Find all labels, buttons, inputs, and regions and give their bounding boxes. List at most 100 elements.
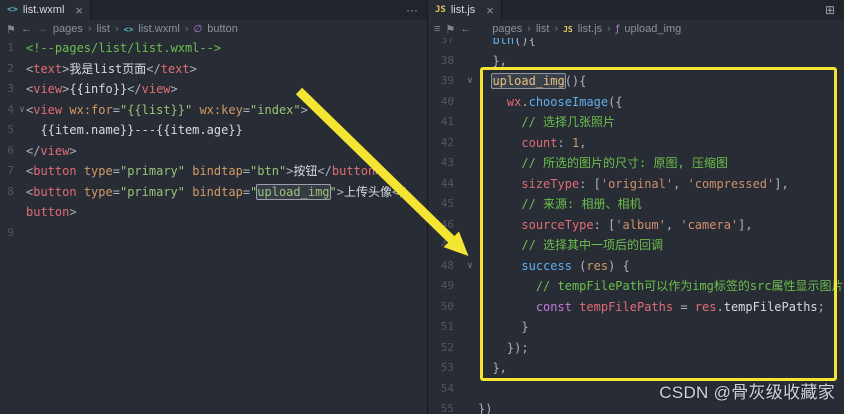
- code-line[interactable]: 50 const tempFilePaths = res.tempFilePath…: [428, 297, 844, 318]
- code-text: count: 1,: [521, 135, 587, 150]
- tab-label: list.wxml: [22, 4, 65, 16]
- fold-chevron-icon[interactable]: ∨: [462, 256, 478, 277]
- code-line[interactable]: 52});: [428, 338, 844, 359]
- back-arrow-icon[interactable]: ←: [21, 23, 32, 35]
- code-text: {{item.name}}---{{item.age}}: [40, 123, 243, 137]
- code-line[interactable]: 6 </view>: [0, 141, 427, 162]
- tab-list-js[interactable]: JS list.js ×: [428, 0, 502, 20]
- code-line[interactable]: 48 ∨ success (res) {: [428, 256, 844, 277]
- tab-list-wxml[interactable]: <> list.wxml ×: [0, 0, 91, 20]
- wxml-file-icon: <>: [123, 24, 134, 34]
- code-line[interactable]: 4 ∨ <view wx:for="{{list}}" wx:key="index"…: [0, 100, 427, 121]
- more-actions-icon[interactable]: ···: [406, 4, 418, 16]
- breadcrumb-item-pages[interactable]: pages: [53, 23, 83, 35]
- code-line[interactable]: 42 count: 1,: [428, 133, 844, 154]
- left-tab-bar: <> list.wxml × ···: [0, 0, 427, 20]
- breadcrumb-item-list[interactable]: list: [536, 23, 549, 35]
- forward-arrow-icon[interactable]: →: [37, 23, 48, 35]
- code-text: sizeType: ['original', 'compressed'],: [521, 176, 789, 191]
- code-text: upload_img(){: [491, 73, 587, 89]
- fold-chevron-icon[interactable]: ∨: [462, 71, 478, 92]
- fold-chevron-icon[interactable]: ∨: [18, 100, 26, 121]
- breadcrumb-item-list[interactable]: list: [97, 23, 110, 35]
- code-text: sourceType: ['album', 'camera'],: [521, 217, 753, 232]
- code-text: <view wx:for="{{list}}" wx:key="index">: [26, 102, 308, 117]
- code-line[interactable]: 53},: [428, 358, 844, 379]
- breadcrumb-item-symbol[interactable]: upload_img: [624, 23, 681, 35]
- tab-label: list.js: [450, 4, 476, 16]
- line-number: 8: [7, 184, 14, 198]
- code-line[interactable]: 8 <button type="primary" bindtap="upload_…: [0, 182, 427, 203]
- back-arrow-icon[interactable]: ←: [460, 23, 471, 35]
- code-text: },: [492, 361, 507, 375]
- right-code-editor[interactable]: 37 btn(){38}, 39 ∨ upload_img(){40 wx.chooseI…: [428, 30, 844, 414]
- code-line[interactable]: 3 <view>{{info}}</view>: [0, 79, 427, 100]
- code-line[interactable]: 51}: [428, 317, 844, 338]
- breadcrumb-item-pages[interactable]: pages: [492, 23, 522, 35]
- code-line[interactable]: 1 <!--pages/list/list.wxml-->: [0, 38, 427, 59]
- line-number: 6: [7, 143, 14, 157]
- line-number: 49: [440, 279, 454, 292]
- symbol-method-icon: ƒ: [615, 23, 620, 35]
- code-line[interactable]: 7 <button type="primary" bindtap="btn">按钮…: [0, 161, 427, 182]
- code-line[interactable]: 46 sourceType: ['album', 'camera'],: [428, 215, 844, 236]
- code-line[interactable]: 5 {{item.name}}---{{item.age}}: [0, 120, 427, 141]
- menu-icon[interactable]: ≡: [434, 23, 440, 35]
- code-line[interactable]: 38},: [428, 51, 844, 72]
- code-line[interactable]: 9: [0, 223, 427, 244]
- line-number: 3: [7, 82, 14, 95]
- line-number: 47: [440, 238, 454, 251]
- code-text: <!--pages/list/list.wxml-->: [26, 41, 222, 55]
- code-text: <view>{{info}}</view>: [26, 82, 178, 96]
- breadcrumb-item-file[interactable]: list.js: [578, 23, 602, 35]
- bookmark-icon[interactable]: ⚑: [445, 23, 455, 36]
- line-number: 4: [7, 102, 14, 116]
- code-line[interactable]: 2 <text>我是list页面</text>: [0, 59, 427, 80]
- close-icon[interactable]: ×: [75, 4, 83, 17]
- right-editor-actions: ⊞: [816, 0, 844, 20]
- code-line[interactable]: 47 // 选择其中一项后的回调: [428, 235, 844, 256]
- left-breadcrumb-bar: ⚑ ← → pages › list › <> list.wxml › ∅ bu…: [0, 20, 427, 38]
- line-number: 9: [7, 225, 14, 239]
- split-editor-icon[interactable]: ⊞: [825, 4, 835, 16]
- line-number: 50: [440, 299, 454, 313]
- code-text: // tempFilePath可以作为img标签的src属性显示图片: [535, 279, 844, 293]
- code-line[interactable]: 45 // 来源: 相册、相机: [428, 194, 844, 215]
- code-line[interactable]: 40 wx.chooseImage({: [428, 92, 844, 113]
- breadcrumb-item-symbol[interactable]: button: [207, 23, 238, 35]
- code-line[interactable]: 39 ∨ upload_img(){: [428, 71, 844, 92]
- close-icon[interactable]: ×: [486, 4, 494, 17]
- right-breadcrumb-bar: ≡ ⚑ ← pages › list › JS list.js › ƒ uplo…: [428, 20, 844, 38]
- line-number: 39: [440, 74, 454, 87]
- code-line[interactable]: 43 // 所选的图片的尺寸: 原图, 压缩图: [428, 153, 844, 174]
- code-line[interactable]: 44 sizeType: ['original', 'compressed'],: [428, 174, 844, 195]
- bookmark-icon[interactable]: ⚑: [6, 23, 16, 36]
- js-file-icon: JS: [563, 24, 573, 34]
- line-number: 46: [440, 217, 454, 231]
- breadcrumb-item-file[interactable]: list.wxml: [138, 23, 180, 35]
- left-code-editor[interactable]: 1 <!--pages/list/list.wxml--> 2 <text>我是lis…: [0, 38, 427, 243]
- line-number: 1: [7, 41, 14, 54]
- code-line[interactable]: 41 // 选择几张照片: [428, 112, 844, 133]
- code-line[interactable]: button>: [0, 202, 427, 223]
- code-text: // 所选的图片的尺寸: 原图, 压缩图: [521, 156, 728, 170]
- code-text: }: [521, 320, 529, 334]
- wxml-file-icon: <>: [7, 5, 18, 15]
- left-editor-actions: ···: [397, 0, 427, 20]
- code-text: button>: [26, 205, 77, 219]
- line-number: 41: [440, 115, 454, 128]
- code-line[interactable]: 49 // tempFilePath可以作为img标签的src属性显示图片: [428, 276, 844, 297]
